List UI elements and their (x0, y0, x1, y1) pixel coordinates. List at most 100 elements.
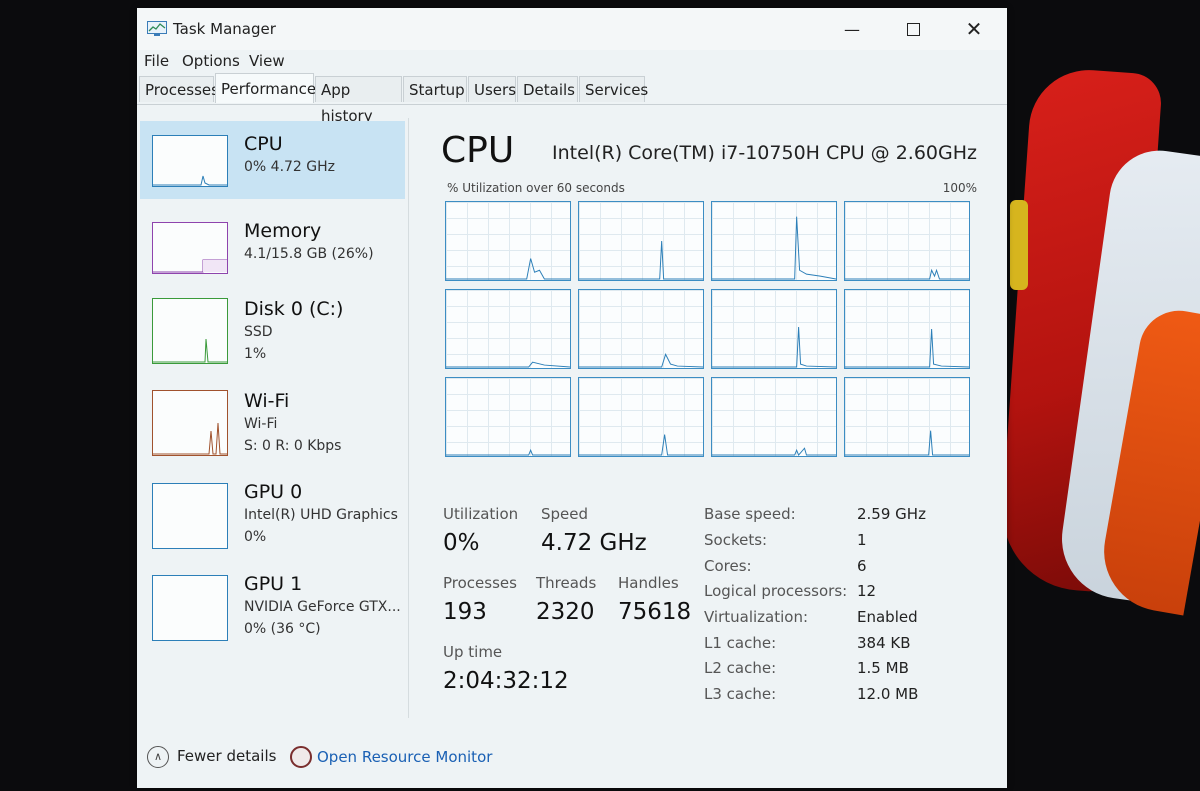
logical-processors-value: 12 (857, 582, 877, 600)
sidebar-sub2: S: 0 R: 0 Kbps (244, 438, 342, 454)
sidebar-sub2: 0% (244, 529, 267, 545)
sidebar-sub: NVIDIA GeForce GTX... (244, 599, 401, 615)
menu-file[interactable]: File (144, 52, 169, 70)
sidebar-sub: Intel(R) UHD Graphics (244, 507, 398, 523)
sidebar-item-disk[interactable]: Disk 0 (C:) SSD 1% (140, 288, 405, 368)
sidebar-name: CPU (244, 133, 283, 155)
close-icon: ✕ (965, 17, 983, 41)
handles-label: Handles (618, 574, 679, 592)
gpu0-thumbnail-graph (152, 483, 228, 549)
sidebar-item-gpu0[interactable]: GPU 0 Intel(R) UHD Graphics 0% (140, 473, 405, 553)
threads-label: Threads (536, 574, 597, 592)
uptime-value: 2:04:32:12 (443, 668, 569, 694)
logical-processors-label: Logical processors: (704, 582, 848, 600)
tab-users[interactable]: Users (468, 76, 516, 102)
background-paint-yellow (1010, 200, 1028, 290)
core-graph (578, 377, 704, 457)
base-speed-value: 2.59 GHz (857, 505, 926, 523)
utilization-label: Utilization (443, 505, 519, 523)
tab-details[interactable]: Details (517, 76, 578, 102)
sidebar-sub2: 1% (244, 346, 267, 362)
gpu1-thumbnail-graph (152, 575, 228, 641)
sidebar-name: Wi-Fi (244, 390, 290, 412)
cpu-details-panel: CPU Intel(R) Core(TM) i7-10750H CPU @ 2.… (427, 118, 987, 718)
base-speed-label: Base speed: (704, 505, 796, 523)
menu-bar: File Options View (137, 51, 1007, 73)
sidebar-name: GPU 1 (244, 573, 303, 595)
window-title: Task Manager (173, 20, 276, 38)
page-title: CPU (441, 130, 515, 171)
core-graph (711, 377, 837, 457)
core-graph (445, 201, 571, 281)
minimize-button[interactable]: — (829, 14, 875, 44)
core-graph (445, 377, 571, 457)
graph-max-label: 100% (942, 181, 977, 195)
fewer-details-button[interactable]: Fewer details (177, 747, 276, 765)
cpu-model: Intel(R) Core(TM) i7-10750H CPU @ 2.60GH… (552, 142, 977, 164)
maximize-button[interactable] (890, 14, 936, 44)
l1-cache-label: L1 cache: (704, 634, 777, 652)
core-graph (844, 377, 970, 457)
tab-processes[interactable]: Processes (139, 76, 219, 102)
disk-thumbnail-graph (152, 298, 228, 364)
tab-performance[interactable]: Performance (215, 73, 316, 103)
processes-value: 193 (443, 599, 487, 625)
core-graph (578, 201, 704, 281)
core-graph (711, 201, 837, 281)
tab-startup[interactable]: Startup (403, 76, 467, 102)
cores-value: 6 (857, 557, 867, 575)
title-bar: Task Manager — ✕ (137, 8, 1007, 50)
memory-thumbnail-graph (152, 222, 228, 274)
l3-cache-label: L3 cache: (704, 685, 777, 703)
core-graph (578, 289, 704, 369)
core-graph (844, 289, 970, 369)
cpu-thumbnail-graph (152, 135, 228, 187)
sidebar-name: GPU 0 (244, 481, 303, 503)
menu-view[interactable]: View (249, 52, 285, 70)
sidebar-name: Disk 0 (C:) (244, 298, 344, 320)
l3-cache-value: 12.0 MB (857, 685, 919, 703)
l2-cache-value: 1.5 MB (857, 659, 909, 677)
wifi-thumbnail-graph (152, 390, 228, 456)
uptime-label: Up time (443, 643, 503, 661)
l1-cache-value: 384 KB (857, 634, 911, 652)
threads-value: 2320 (536, 599, 595, 625)
sidebar-item-gpu1[interactable]: GPU 1 NVIDIA GeForce GTX... 0% (36 °C) (140, 565, 405, 645)
chevron-up-icon[interactable]: ∧ (147, 746, 169, 768)
sidebar-sub: 0% 4.72 GHz (244, 159, 336, 175)
open-resource-monitor-link[interactable]: Open Resource Monitor (317, 748, 492, 766)
core-graph (844, 201, 970, 281)
tab-app-history[interactable]: App history (315, 76, 402, 125)
virtualization-value: Enabled (857, 608, 918, 626)
sidebar-sub2: 0% (36 °C) (244, 621, 321, 637)
task-manager-window: Task Manager — ✕ File Options View Proce… (137, 8, 1007, 788)
resource-monitor-icon (290, 746, 312, 768)
maximize-icon (906, 22, 920, 36)
panel-divider (408, 118, 409, 718)
sidebar-sub: SSD (244, 324, 273, 340)
task-manager-icon (147, 21, 167, 36)
cores-label: Cores: (704, 557, 752, 575)
sidebar-sub: Wi-Fi (244, 416, 278, 432)
sockets-value: 1 (857, 531, 867, 549)
tab-bar: Processes Performance App history Startu… (137, 73, 1007, 125)
menu-options[interactable]: Options (182, 52, 240, 70)
footer: ∧ Fewer details Open Resource Monitor (137, 738, 1007, 778)
core-graph (445, 289, 571, 369)
sidebar-item-wifi[interactable]: Wi-Fi Wi-Fi S: 0 R: 0 Kbps (140, 380, 405, 460)
sidebar-item-cpu[interactable]: CPU 0% 4.72 GHz (140, 121, 405, 199)
sidebar-name: Memory (244, 220, 322, 242)
sockets-label: Sockets: (704, 531, 768, 549)
speed-label: Speed (541, 505, 589, 523)
core-graph (711, 289, 837, 369)
utilization-value: 0% (443, 530, 480, 556)
tab-services[interactable]: Services (579, 76, 648, 102)
speed-value: 4.72 GHz (541, 530, 647, 556)
sidebar-item-memory[interactable]: Memory 4.1/15.8 GB (26%) (140, 208, 405, 286)
resource-sidebar: CPU 0% 4.72 GHz Memory 4.1/15.8 GB (26%)… (137, 118, 407, 718)
minimize-icon: — (844, 19, 860, 39)
virtualization-label: Virtualization: (704, 608, 809, 626)
close-button[interactable]: ✕ (951, 14, 997, 44)
graph-label: % Utilization over 60 seconds (447, 181, 625, 195)
logical-processor-graphs[interactable] (445, 201, 977, 461)
